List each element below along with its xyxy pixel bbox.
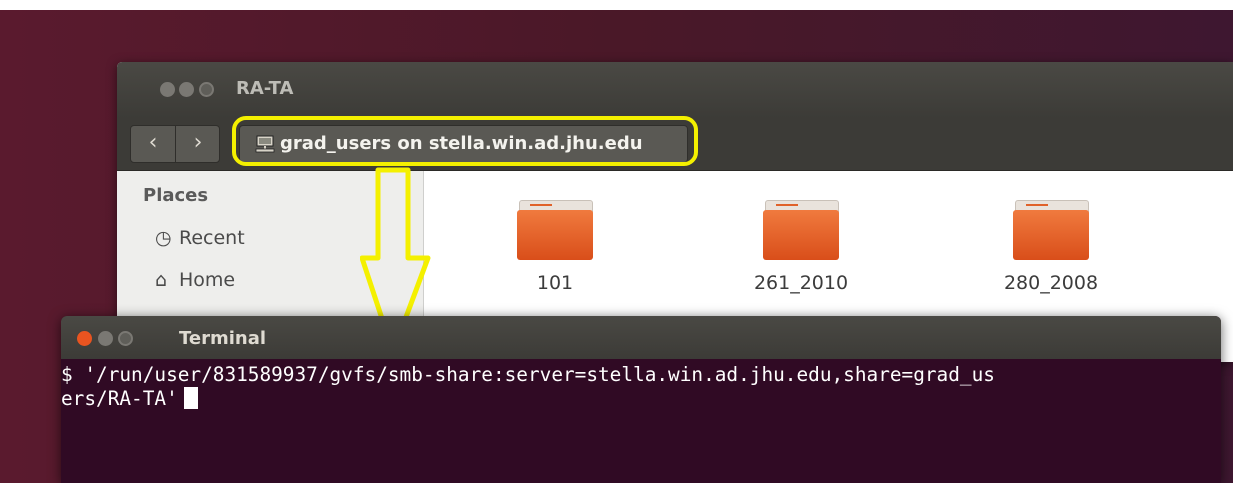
navigation-group: ‹ ›: [130, 125, 220, 163]
folder-icon[interactable]: [763, 200, 839, 260]
terminal-line-with-cursor: ers/RA-TA': [61, 387, 1221, 411]
sidebar-item-label: Recent: [179, 227, 245, 249]
maximize-button[interactable]: [199, 82, 214, 97]
chevron-left-icon: ‹: [148, 130, 158, 155]
folder-label[interactable]: 101: [485, 272, 625, 294]
close-button[interactable]: [77, 331, 92, 346]
minimize-button[interactable]: [98, 331, 113, 346]
terminal-output[interactable]: $ '/run/user/831589937/gvfs/smb-share:se…: [61, 363, 1221, 411]
terminal-titlebar: Terminal: [61, 316, 1221, 359]
sidebar-item-label: Home: [179, 269, 236, 291]
minimize-button[interactable]: [179, 82, 194, 97]
highlight-annotation: [232, 116, 698, 166]
top-border: [0, 0, 1233, 10]
maximize-button[interactable]: [118, 331, 133, 346]
forward-button[interactable]: ›: [176, 126, 220, 162]
sidebar-item-home[interactable]: ⌂ Home: [155, 269, 235, 291]
close-button[interactable]: [160, 82, 175, 97]
back-button[interactable]: ‹: [131, 126, 175, 162]
folder-label[interactable]: 280_2008: [981, 272, 1121, 294]
file-manager-titlebar: RA-TA: [117, 62, 1233, 118]
home-icon: ⌂: [155, 269, 168, 291]
chevron-right-icon: ›: [193, 130, 203, 155]
terminal-line: $ '/run/user/831589937/gvfs/smb-share:se…: [61, 363, 995, 386]
terminal-line: ers/RA-TA': [61, 387, 178, 410]
folder-label[interactable]: 261_2010: [731, 272, 871, 294]
folder-icon[interactable]: [1013, 200, 1089, 260]
sidebar-item-recent[interactable]: ◷ Recent: [155, 227, 245, 249]
window-title: RA-TA: [236, 78, 294, 99]
sidebar-heading: Places: [143, 185, 209, 206]
folder-icon[interactable]: [517, 200, 593, 260]
terminal-title: Terminal: [179, 328, 267, 349]
terminal-window: Terminal $ '/run/user/831589937/gvfs/smb…: [61, 316, 1221, 483]
clock-icon: ◷: [155, 227, 172, 249]
text-cursor: [183, 387, 198, 409]
